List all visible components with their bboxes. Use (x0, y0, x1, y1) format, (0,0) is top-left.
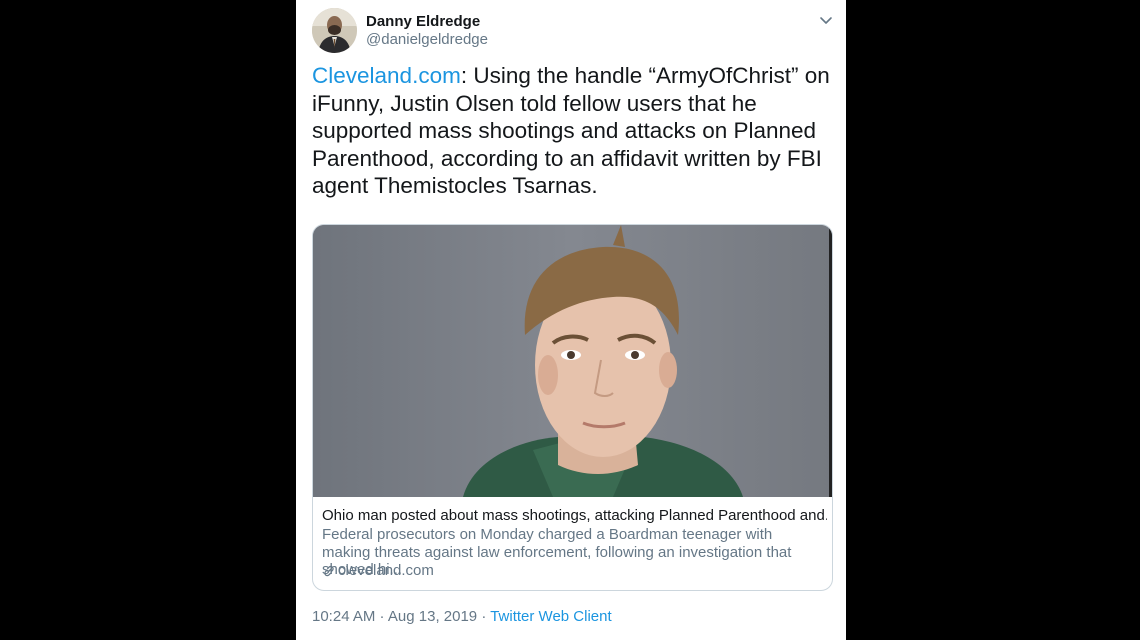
tweet-time[interactable]: 10:24 AM (312, 608, 375, 625)
tweet-text: Cleveland.com: Using the handle “ArmyOfC… (312, 62, 832, 200)
tweet-link[interactable]: Cleveland.com (312, 63, 461, 88)
link-preview-card[interactable]: Ohio man posted about mass shootings, at… (312, 224, 833, 591)
tweet-meta: 10:24 AM · Aug 13, 2019 · Twitter Web Cl… (312, 608, 612, 625)
tweet-date[interactable]: Aug 13, 2019 (388, 608, 477, 625)
page: Danny Eldredge @danielgeldredge Clevelan… (0, 0, 1140, 640)
avatar[interactable] (312, 8, 357, 53)
card-domain-row: cleveland.com (322, 562, 434, 579)
avatar-image (312, 8, 357, 53)
meta-separator: · (477, 608, 491, 625)
link-icon (324, 565, 334, 576)
chevron-down-icon[interactable] (818, 12, 834, 28)
card-domain: cleveland.com (338, 562, 434, 579)
author-name[interactable]: Danny Eldredge (366, 13, 480, 30)
tweet-client-link[interactable]: Twitter Web Client (490, 608, 611, 625)
card-image (313, 225, 832, 497)
tweet-container: Danny Eldredge @danielgeldredge Clevelan… (296, 0, 846, 640)
meta-separator: · (375, 608, 388, 625)
card-title: Ohio man posted about mass shootings, at… (322, 507, 827, 524)
author-handle[interactable]: @danielgeldredge (366, 31, 488, 48)
